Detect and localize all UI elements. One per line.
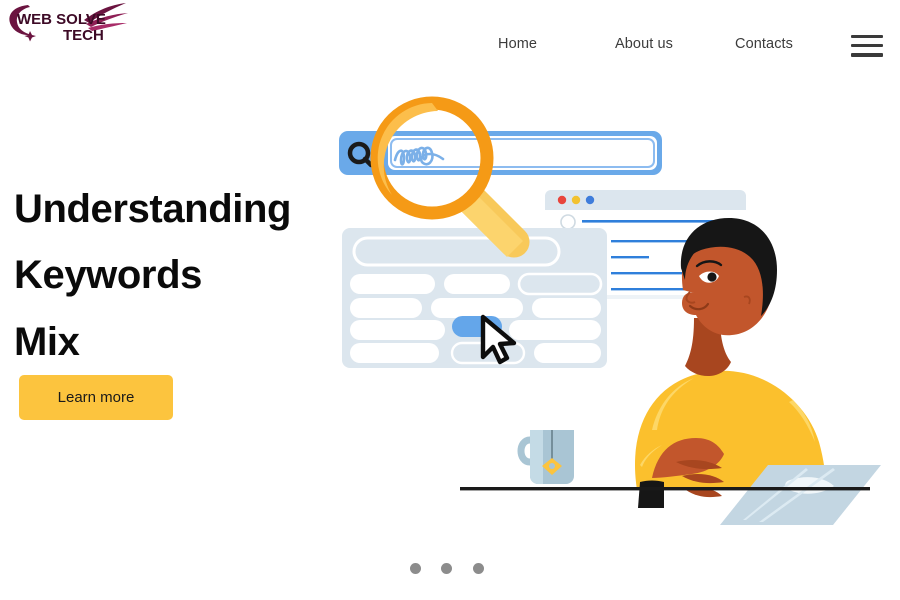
carousel-dot-2[interactable] (441, 563, 452, 574)
page-title-line-2: Keywords (14, 253, 202, 298)
carousel-pagination (405, 563, 495, 577)
desk-line (460, 487, 870, 491)
carousel-dot-3[interactable] (473, 563, 484, 574)
page-title-line-3: Mix (14, 319, 80, 364)
learn-more-button[interactable]: Learn more (19, 375, 173, 420)
page-title-line-1: Understanding (14, 187, 292, 231)
mug-graphic (517, 430, 574, 484)
carousel-dot-1[interactable] (410, 563, 421, 574)
hero-heading-block: Understanding Keywords Mix (14, 176, 354, 375)
page-title: Understanding Keywords Mix (14, 176, 354, 375)
result-card-graphic (342, 228, 607, 368)
landing-page: WEB SOLVE TECH Home About us Contacts Un… (0, 0, 900, 600)
